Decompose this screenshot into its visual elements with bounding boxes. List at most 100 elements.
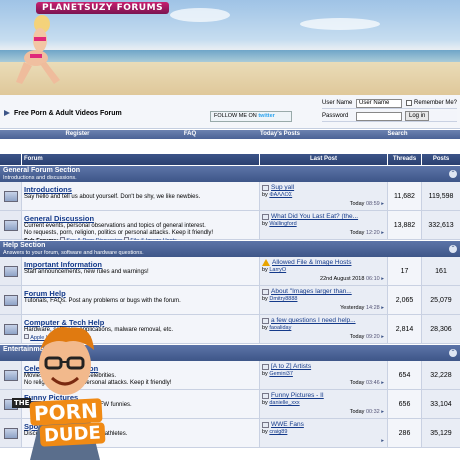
last-post-user-link[interactable]: craig89 bbox=[269, 429, 287, 435]
login-button[interactable]: Log in bbox=[405, 111, 430, 121]
last-post-cell: Sup yall by ΦΑΛΛΟΣ Today 08:59 ▸ bbox=[260, 182, 388, 210]
last-post-cell: Allowed File & Image Hosts by LarryO 22nd … bbox=[260, 257, 388, 285]
last-post-title-link[interactable]: Allowed File & Image Hosts bbox=[272, 259, 351, 266]
site-logo[interactable]: PLANETSUZY FORUMS bbox=[36, 2, 170, 14]
last-post-user-link[interactable]: danielle_xxx bbox=[269, 400, 299, 406]
last-post-day: 22nd August 2018 bbox=[320, 276, 365, 282]
last-post-user-link[interactable]: faoaliday bbox=[269, 325, 291, 331]
last-post-title-link[interactable]: a few questions I need help... bbox=[271, 317, 356, 324]
last-post-day: Today bbox=[349, 409, 365, 415]
thread-icon bbox=[262, 213, 269, 220]
collapse-icon[interactable]: ⌃ bbox=[449, 170, 457, 178]
forum-info-cell: Forum Help Tutorials, FAQs. Post any prob… bbox=[22, 286, 260, 314]
last-post-title-line: What Did You Last Eat? (the... bbox=[262, 213, 387, 220]
forum-info-cell: Important Information Staff announcements… bbox=[22, 257, 260, 285]
go-to-post-icon[interactable]: ▸ bbox=[381, 201, 384, 207]
porn-dude-badge[interactable]: THE PORN DUDE bbox=[0, 320, 130, 460]
last-post-date: 22nd August 2018 06:10 ▸ bbox=[320, 276, 384, 282]
last-post-title-line: a few questions I need help... bbox=[262, 317, 387, 324]
last-post-user-link[interactable]: Dmitry8888 bbox=[269, 296, 297, 302]
go-to-post-icon[interactable]: ▸ bbox=[381, 438, 384, 444]
last-post-author: by ΦΑΛΛΟΣ bbox=[262, 192, 293, 198]
nav-todays-posts[interactable]: Today's Posts bbox=[225, 130, 335, 139]
site-banner[interactable]: PLANETSUZY FORUMS bbox=[0, 0, 460, 95]
post-count: 32,228 bbox=[422, 361, 460, 389]
go-to-post-icon[interactable]: ▸ bbox=[381, 380, 384, 386]
header-posts: Posts bbox=[432, 156, 450, 162]
nav-bar: Register FAQ Today's Posts Search bbox=[0, 130, 460, 139]
thread-count: 17 bbox=[388, 257, 422, 285]
nav-search[interactable]: Search bbox=[335, 130, 460, 139]
forum-status-icon bbox=[4, 266, 18, 277]
last-post-author: by LarryO bbox=[262, 267, 287, 273]
remember-me-checkbox[interactable] bbox=[406, 100, 412, 106]
last-post-title-link[interactable]: What Did You Last Eat? (the... bbox=[271, 213, 358, 220]
thread-count: 2,065 bbox=[388, 286, 422, 314]
thread-count: 654 bbox=[388, 361, 422, 389]
header-threads: Threads bbox=[388, 154, 422, 165]
collapse-icon[interactable]: ⌃ bbox=[449, 245, 457, 253]
last-post-title-line: About "Images larger than... bbox=[262, 288, 387, 295]
beach-figure-image bbox=[16, 15, 60, 84]
go-to-post-icon[interactable]: ▸ bbox=[381, 230, 384, 236]
category-header[interactable]: Help Section Answers to your forum, softw… bbox=[0, 240, 460, 257]
last-post-title-link[interactable]: Funny Pictures - II bbox=[271, 392, 324, 399]
forum-status-cell bbox=[0, 286, 22, 314]
forum-info-cell: General Discussion Current events, person… bbox=[22, 211, 260, 244]
thread-icon bbox=[262, 392, 269, 399]
thread-count: 11,682 bbox=[388, 182, 422, 210]
last-post-author: by Wallingford bbox=[262, 221, 297, 227]
last-post-title-link[interactable]: WWE Fans bbox=[271, 421, 304, 428]
category-title[interactable]: Help Section bbox=[3, 242, 45, 249]
go-to-post-icon[interactable]: ▸ bbox=[381, 305, 384, 311]
badge-word-dude: DUDE bbox=[39, 422, 106, 447]
post-count: 28,306 bbox=[422, 315, 460, 343]
last-post-user-link[interactable]: LarryO bbox=[269, 267, 286, 273]
last-post-title-link[interactable]: [A to Z] Artists bbox=[271, 363, 311, 370]
last-post-title-line: [A to Z] Artists bbox=[262, 363, 387, 370]
category-header[interactable]: General Forum Section Introductions and d… bbox=[0, 165, 460, 182]
forum-title-link[interactable]: General Discussion bbox=[24, 214, 259, 223]
site-name[interactable]: Free Porn & Adult Videos Forum bbox=[3, 109, 122, 117]
category-title[interactable]: General Forum Section bbox=[3, 167, 80, 174]
password-input[interactable] bbox=[356, 111, 402, 121]
forum-title-link[interactable]: Forum Help bbox=[24, 289, 259, 298]
last-post-cell: a few questions I need help... by faoalid… bbox=[260, 315, 388, 343]
forum-title-link[interactable]: Introductions bbox=[24, 185, 259, 194]
go-to-post-icon[interactable]: ▸ bbox=[381, 276, 384, 282]
go-to-post-icon[interactable]: ▸ bbox=[381, 334, 384, 340]
forum-title-link[interactable]: Important Information bbox=[24, 260, 259, 269]
nav-faq[interactable]: FAQ bbox=[155, 130, 225, 139]
last-post-author: by faoaliday bbox=[262, 325, 292, 331]
last-post-day: Today bbox=[349, 380, 365, 386]
last-post-user-link[interactable]: ΦΑΛΛΟΣ bbox=[269, 192, 292, 198]
last-post-title-link[interactable]: About "Images larger than... bbox=[271, 288, 352, 295]
header-last-post: Last Post bbox=[260, 154, 388, 165]
password-label: Password bbox=[322, 113, 349, 119]
forum-info-cell: Introductions Say hello and tell us about… bbox=[22, 182, 260, 210]
nav-register[interactable]: Register bbox=[0, 130, 155, 139]
last-post-user-link[interactable]: Wallingford bbox=[269, 221, 296, 227]
last-post-day: Yesterday bbox=[340, 305, 365, 311]
badge-word-porn: PORN bbox=[29, 398, 103, 426]
last-post-time: 09:20 bbox=[365, 334, 380, 340]
post-count: 161 bbox=[422, 257, 460, 285]
last-post-user-link[interactable]: Gemini37 bbox=[269, 371, 293, 377]
last-post-date: Today 09:20 ▸ bbox=[350, 334, 384, 340]
last-post-title-link[interactable]: Sup yall bbox=[271, 184, 294, 191]
last-post-date: Today 03:46 ▸ bbox=[350, 380, 384, 386]
twitter-prefix: FOLLOW ME ON bbox=[214, 113, 257, 119]
thread-count: 13,882 bbox=[388, 211, 422, 239]
username-input[interactable] bbox=[356, 98, 402, 108]
go-to-post-icon[interactable]: ▸ bbox=[381, 409, 384, 415]
twitter-follow-button[interactable]: FOLLOW ME ON twitter bbox=[210, 111, 292, 122]
forum-row: Forum Help Tutorials, FAQs. Post any prob… bbox=[0, 286, 460, 315]
thread-count: 286 bbox=[388, 419, 422, 447]
last-post-author: by Gemini37 bbox=[262, 371, 293, 377]
collapse-icon[interactable]: ⌃ bbox=[449, 349, 457, 357]
header-forum: Forum bbox=[22, 154, 260, 165]
post-count: 35,129 bbox=[422, 419, 460, 447]
table-header: Forum Last Post Threads Posts bbox=[0, 154, 460, 165]
forum-row: Introductions Say hello and tell us about… bbox=[0, 182, 460, 211]
category-desc: Answers to your forum, software and hard… bbox=[3, 250, 144, 256]
